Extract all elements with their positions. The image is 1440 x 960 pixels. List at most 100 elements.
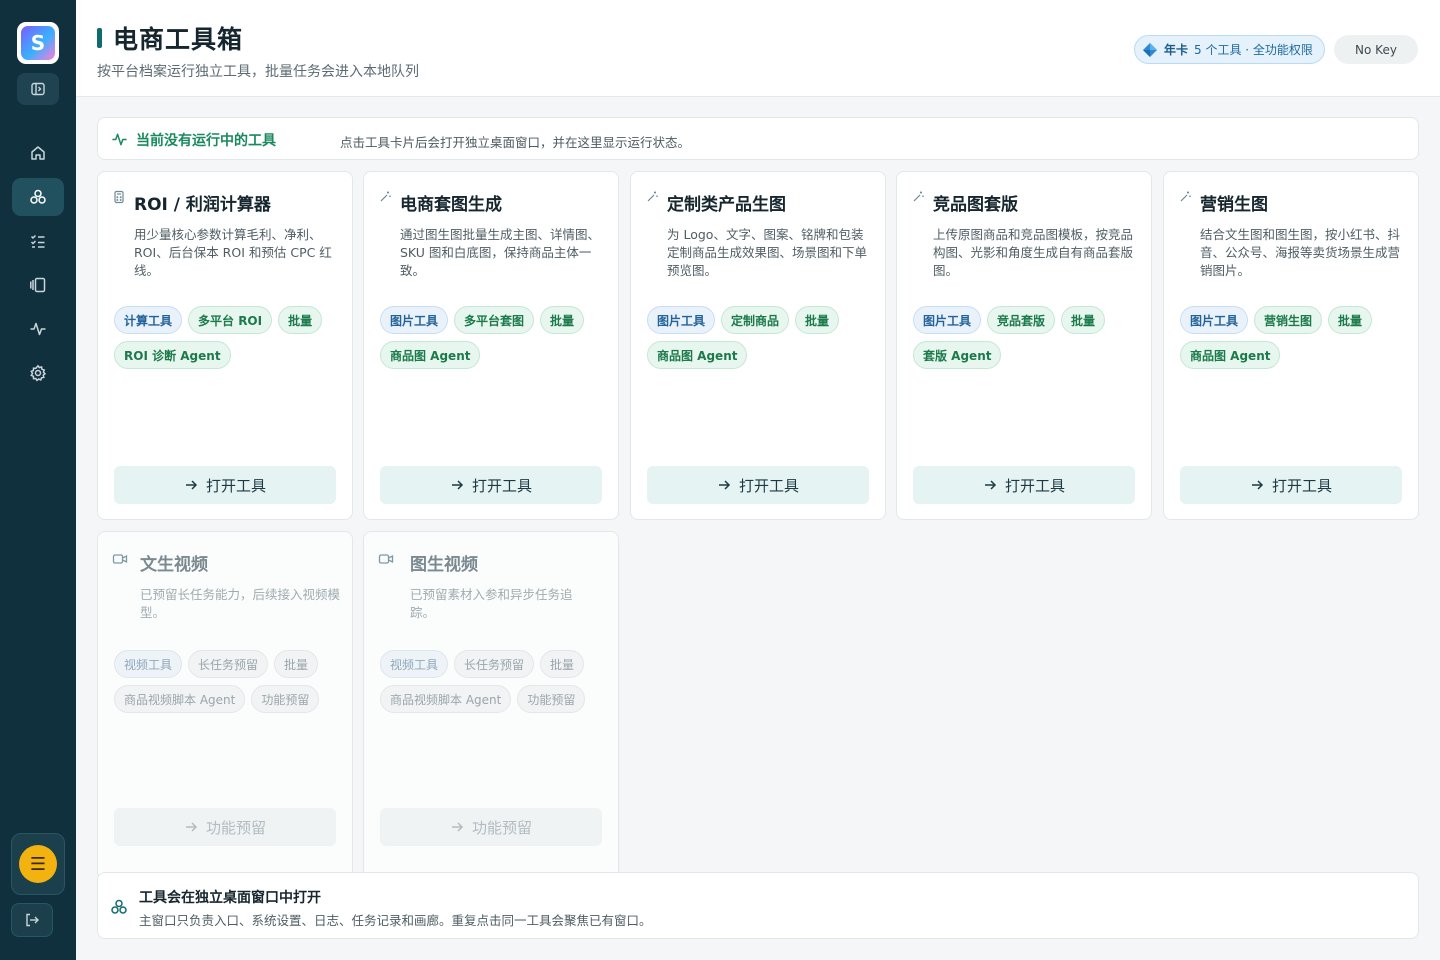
tool-card-image-to-video: 图生视频 已预留素材入参和异步任务追踪。 视频工具 长任务预留 批量 商品视频脚… <box>363 531 619 880</box>
user-menu[interactable]: ☰ <box>11 833 65 895</box>
page-subtitle: 按平台档案运行独立工具，批量任务会进入本地队列 <box>97 64 419 80</box>
tool-card-competitor-template[interactable]: 竞品图套版 上传原图商品和竞品图模板，按竞品构图、光影和角度生成自有商品套版图。… <box>896 171 1152 520</box>
tag: 图片工具 <box>913 306 982 334</box>
open-tool-button[interactable]: 打开工具 <box>380 466 602 504</box>
avatar: ☰ <box>19 845 57 883</box>
card-description: 用少量核心参数计算毛利、净利、ROI、后台保本 ROI 和预估 CPC 红线。 <box>134 227 332 278</box>
tool-card-roi[interactable]: ROI / 利润计算器 用少量核心参数计算毛利、净利、ROI、后台保本 ROI … <box>97 171 353 520</box>
sidebar-item-tools[interactable] <box>12 178 64 216</box>
arrow-right-icon <box>1251 480 1264 490</box>
tag: 套版 Agent <box>913 341 1002 369</box>
tag: 批量 <box>274 650 319 678</box>
tasks-icon <box>30 234 45 248</box>
magic-wand-icon <box>647 191 658 202</box>
arrow-right-icon <box>718 480 731 490</box>
card-description: 已预留素材入参和异步任务追踪。 <box>410 587 573 620</box>
calculator-icon <box>114 190 124 204</box>
open-tool-label: 打开工具 <box>1271 476 1332 495</box>
header: 电商工具箱 按平台档案运行独立工具，批量任务会进入本地队列 年卡 5 个工具 ·… <box>76 0 1440 97</box>
title-accent-bar <box>97 28 102 48</box>
sidebar-item-tasks[interactable] <box>12 222 64 260</box>
card-title: 营销生图 <box>1200 195 1268 215</box>
card-title: 竞品图套版 <box>933 195 1018 215</box>
reserved-label: 功能预留 <box>205 818 266 837</box>
tag: 营销生图 <box>1254 306 1323 334</box>
open-tool-button[interactable]: 打开工具 <box>114 466 336 504</box>
tag-list: 图片工具 多平台套图 批量 商品图 Agent <box>380 306 608 369</box>
gallery-icon <box>30 277 46 293</box>
tag: 功能预留 <box>517 685 586 713</box>
tag-list: 计算工具 多平台 ROI 批量 ROI 诊断 Agent <box>114 306 342 369</box>
plan-badge[interactable]: 年卡 5 个工具 · 全功能权限 <box>1134 35 1325 64</box>
card-description: 通过图生图批量生成主图、详情图、SKU 图和白底图，保持商品主体一致。 <box>400 227 601 278</box>
card-description: 为 Logo、文字、图案、铭牌和包装定制商品生成效果图、场景图和下单预览图。 <box>667 227 868 278</box>
magic-wand-icon <box>913 191 924 202</box>
plan-name: 年卡 <box>1164 43 1189 57</box>
tag: 多平台套图 <box>454 306 535 334</box>
tag: 批量 <box>1061 306 1106 334</box>
video-camera-icon <box>112 554 128 564</box>
card-title: 文生视频 <box>140 555 208 575</box>
reserved-button: 功能预留 <box>380 808 602 846</box>
panel-toggle-icon <box>31 82 45 96</box>
window-info-banner: 工具会在独立桌面窗口中打开 主窗口只负责入口、系统设置、日志、任务记录和画廊。重… <box>97 872 1419 939</box>
card-title: 图生视频 <box>410 555 478 575</box>
tag: 多平台 ROI <box>188 306 273 334</box>
arrow-right-icon <box>185 822 198 832</box>
arrow-right-icon <box>185 480 198 490</box>
tag: 功能预留 <box>251 685 320 713</box>
card-title: 电商套图生成 <box>400 195 502 215</box>
tag: 图片工具 <box>1180 306 1249 334</box>
banner-title: 工具会在独立桌面窗口中打开 <box>139 890 321 906</box>
card-description: 上传原图商品和竞品图模板，按竞品构图、光影和角度生成自有商品套版图。 <box>933 227 1134 278</box>
plan-detail: 5 个工具 · 全功能权限 <box>1194 43 1313 57</box>
tag: 批量 <box>540 650 585 678</box>
tools-icon <box>111 899 127 914</box>
open-tool-button[interactable]: 打开工具 <box>647 466 869 504</box>
tag-list: 图片工具 竞品套版 批量 套版 Agent <box>913 306 1141 369</box>
sidebar-item-activity[interactable] <box>12 310 64 348</box>
tool-card-product-set[interactable]: 电商套图生成 通过图生图批量生成主图、详情图、SKU 图和白底图，保持商品主体一… <box>363 171 619 520</box>
logout-icon <box>26 913 39 927</box>
reserved-button: 功能预留 <box>114 808 336 846</box>
tool-card-custom-product[interactable]: 定制类产品生图 为 Logo、文字、图案、铭牌和包装定制商品生成效果图、场景图和… <box>630 171 886 520</box>
activity-icon <box>30 322 46 336</box>
tool-card-marketing-image[interactable]: 营销生图 结合文生图和图生图，按小红书、抖音、公众号、海报等卖货场景生成营销图片… <box>1163 171 1419 520</box>
tag: 商品视频脚本 Agent <box>114 685 246 713</box>
tag: 竞品套版 <box>987 306 1056 334</box>
status-description: 点击工具卡片后会打开独立桌面窗口，并在这里显示运行状态。 <box>340 135 691 150</box>
api-key-badge[interactable]: No Key <box>1334 35 1418 64</box>
tag: 商品图 Agent <box>380 341 481 369</box>
sidebar-item-gallery[interactable] <box>12 266 64 304</box>
arrow-right-icon <box>451 822 464 832</box>
tag: ROI 诊断 Agent <box>114 341 231 369</box>
sidebar-item-settings[interactable] <box>12 354 64 392</box>
run-status-bar: 当前没有运行中的工具 点击工具卡片后会打开独立桌面窗口，并在这里显示运行状态。 <box>97 117 1419 160</box>
settings-icon <box>30 364 47 382</box>
tag: 批量 <box>278 306 323 334</box>
tag: 图片工具 <box>647 306 716 334</box>
open-tool-button[interactable]: 打开工具 <box>1180 466 1402 504</box>
sidebar-item-home[interactable] <box>12 134 64 172</box>
logo-mark: S <box>21 26 55 60</box>
reserved-label: 功能预留 <box>471 818 532 837</box>
tag: 批量 <box>1328 306 1373 334</box>
tag: 视频工具 <box>380 650 449 678</box>
tag-list: 视频工具 长任务预留 批量 商品视频脚本 Agent 功能预留 <box>114 650 342 713</box>
tag: 计算工具 <box>114 306 183 334</box>
status-title: 当前没有运行中的工具 <box>136 133 276 149</box>
open-tool-button[interactable]: 打开工具 <box>913 466 1135 504</box>
tools-icon <box>30 189 46 204</box>
app-logo[interactable]: S <box>17 22 59 64</box>
logout-button[interactable] <box>11 903 53 937</box>
magic-wand-icon <box>380 191 391 202</box>
sidebar-toggle-button[interactable] <box>17 73 59 105</box>
open-tool-label: 打开工具 <box>471 476 532 495</box>
tag-list: 视频工具 长任务预留 批量 商品视频脚本 Agent 功能预留 <box>380 650 608 713</box>
tag: 长任务预留 <box>454 650 535 678</box>
open-tool-label: 打开工具 <box>1004 476 1065 495</box>
tag: 图片工具 <box>380 306 449 334</box>
card-description: 已预留长任务能力，后续接入视频模型。 <box>140 587 341 620</box>
tag: 商品图 Agent <box>647 341 748 369</box>
tag: 批量 <box>540 306 585 334</box>
